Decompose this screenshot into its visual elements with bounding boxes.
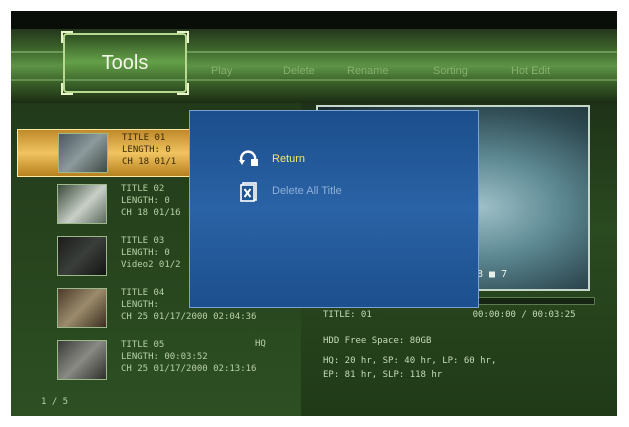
quality-badge: HQ (255, 339, 266, 349)
recording-modes: HQ: 20 hr, SP: 40 hr, LP: 60 hr, (323, 356, 497, 366)
return-label: Return (272, 153, 306, 165)
delete-doc-icon (238, 180, 260, 202)
tab-corner-decoration (177, 31, 189, 43)
recording-modes: EP: 81 hr, SLP: 118 hr (323, 370, 443, 380)
delete-all-title-button[interactable]: Delete All Title (238, 179, 342, 203)
title-thumbnail (57, 288, 107, 328)
top-menu-bar: Tools Play Delete Rename Sorting Hot Edi… (11, 29, 617, 103)
tab-sorting[interactable]: Sorting (433, 65, 468, 77)
tools-tab-label: Tools (101, 51, 149, 74)
time-readout: 00:00:00 / 00:03:25 (472, 310, 576, 320)
tv-screen: Tools Play Delete Rename Sorting Hot Edi… (11, 11, 617, 416)
tools-popup-menu: Return Delete All Title (189, 110, 479, 308)
title-thumbnail (57, 340, 107, 380)
title-info: TITLE 03 LENGTH: 0 Video2 01/2 (121, 236, 181, 270)
title-thumbnail (58, 133, 108, 173)
title-thumbnail (57, 236, 107, 276)
tab-corner-decoration (61, 31, 73, 43)
tab-corner-decoration (61, 83, 73, 95)
delete-all-title-label: Delete All Title (272, 185, 342, 197)
tools-tab[interactable]: Tools (61, 31, 189, 95)
page-indicator: 1 / 5 (41, 397, 69, 407)
tab-rename[interactable]: Rename (347, 65, 389, 77)
title-info: TITLE 05 LENGTH: 00:03:52 CH 25 01/17/20… (121, 340, 257, 374)
current-title: TITLE: 01 (323, 310, 372, 320)
info-panel: TITLE: 01 00:00:00 / 00:03:25 HDD Free S… (323, 308, 576, 382)
tab-hot-edit[interactable]: Hot Edit (511, 65, 550, 77)
tab-delete[interactable]: Delete (283, 65, 315, 77)
title-info: TITLE 01 LENGTH: 0 CH 18 01/1 (122, 133, 177, 167)
title-time-line: TITLE: 01 00:00:00 / 00:03:25 (323, 308, 576, 322)
return-arrow-icon (238, 148, 260, 170)
tab-play[interactable]: Play (211, 65, 232, 77)
preview-overlay-text: 8 ■ 7 (477, 269, 508, 280)
return-button[interactable]: Return (238, 147, 305, 171)
title-row[interactable]: TITLE 05 LENGTH: 00:03:52 CH 25 01/17/20… (17, 337, 293, 385)
hdd-free-space: HDD Free Space: 80GB (323, 336, 432, 346)
tab-corner-decoration (177, 83, 189, 95)
title-thumbnail (57, 184, 107, 224)
title-info: TITLE 02 LENGTH: 0 CH 18 01/16 (121, 184, 181, 218)
